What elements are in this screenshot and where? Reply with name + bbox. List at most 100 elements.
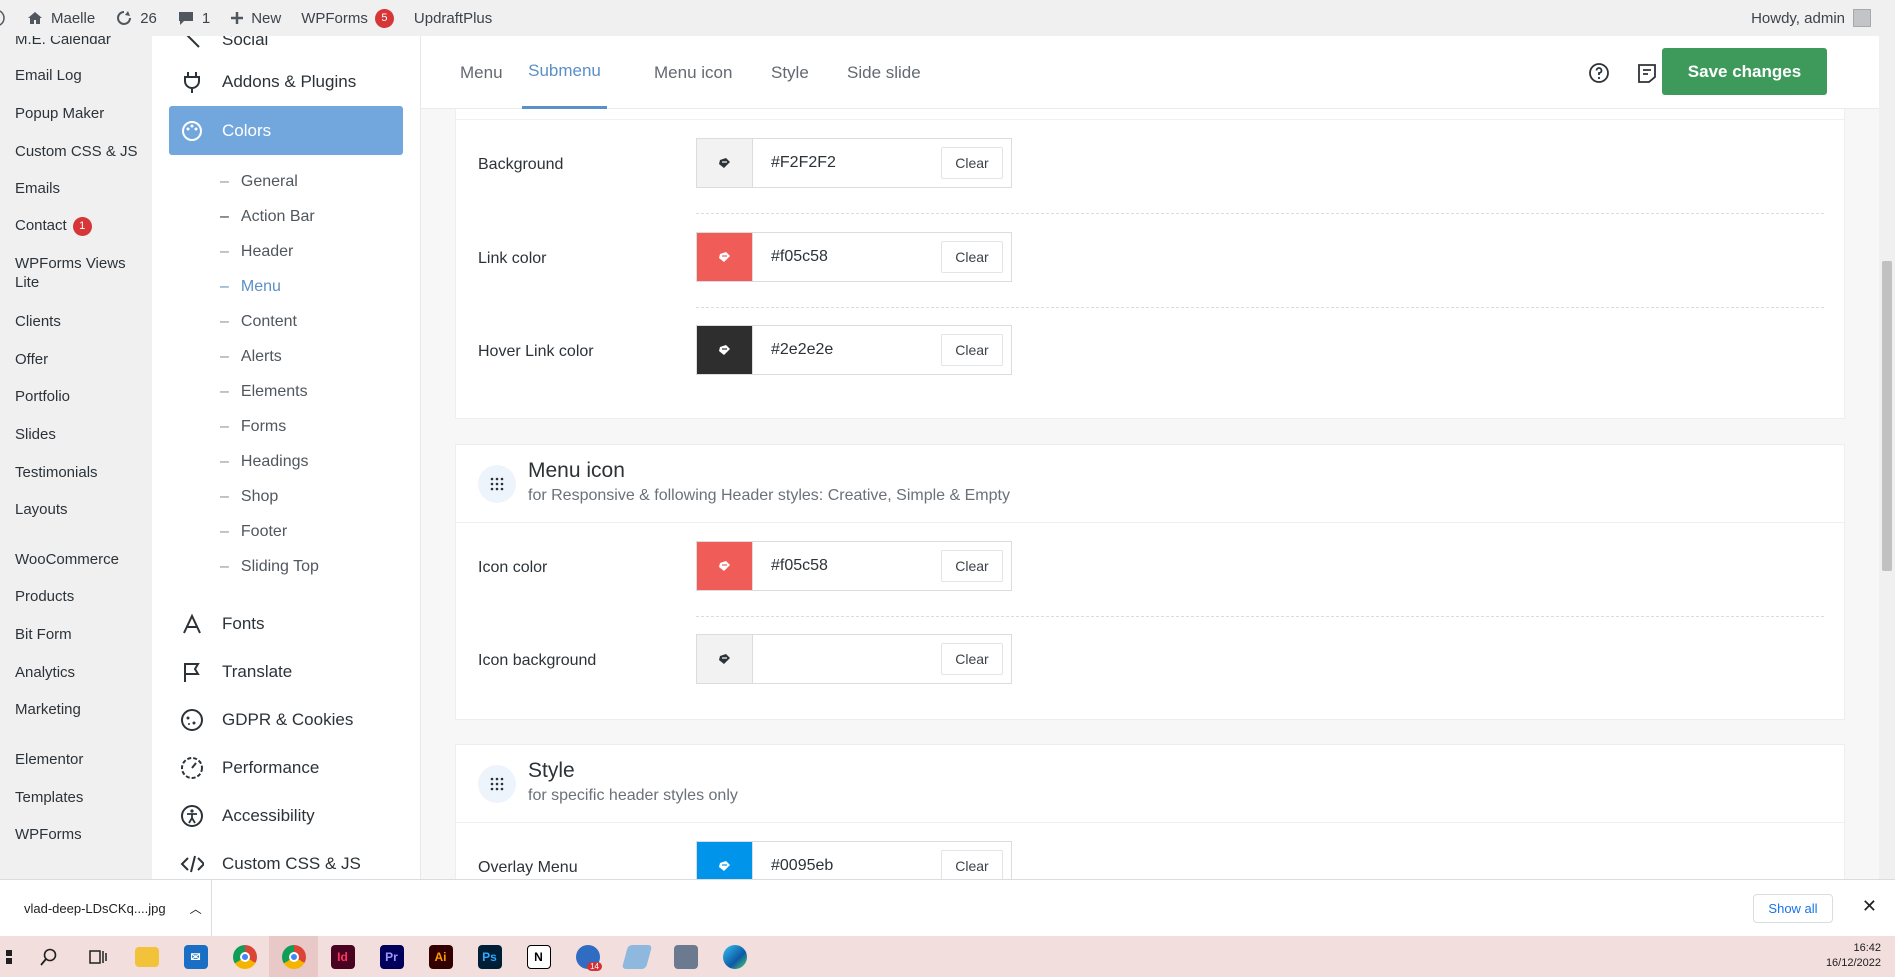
scrollbar-thumb[interactable] [1882, 261, 1892, 571]
sidebar-item-addons[interactable]: Addons & Plugins [180, 58, 356, 106]
account-menu[interactable]: Howdy, admin [1751, 0, 1871, 36]
page-scrollbar[interactable] [1879, 36, 1895, 879]
color-picker[interactable]: #2e2e2e Clear [696, 325, 1012, 375]
wpforms-link[interactable]: WPForms 5 [301, 8, 394, 28]
menu-item-bit-form[interactable]: Bit Form [15, 625, 147, 644]
calculator-icon[interactable] [661, 936, 710, 977]
sidebar-item-accessibility[interactable]: Accessibility [180, 792, 315, 840]
updates-link[interactable]: 26 [115, 10, 157, 27]
chrome-active-icon[interactable] [269, 936, 318, 977]
task-view-icon[interactable] [73, 936, 122, 977]
comments-link[interactable]: 1 [177, 10, 210, 27]
menu-item-emails[interactable]: Emails [15, 179, 147, 198]
menu-item-products[interactable]: Products [15, 587, 147, 606]
color-swatch[interactable] [697, 139, 753, 187]
sidebar-subitem-menu[interactable]: – Menu [220, 278, 281, 296]
pencil-app-icon[interactable] [612, 936, 661, 977]
color-picker[interactable]: #f05c58 Clear [696, 541, 1012, 591]
sidebar-subitem-headings[interactable]: – Headings [220, 453, 309, 471]
system-clock[interactable]: 16:42 16/12/2022 [1826, 941, 1881, 971]
search-icon[interactable] [24, 936, 73, 977]
color-swatch[interactable] [697, 326, 753, 374]
menu-item-portfolio[interactable]: Portfolio [15, 387, 147, 406]
chrome-icon[interactable] [220, 936, 269, 977]
indesign-icon[interactable]: Id [318, 936, 367, 977]
sidebar-subitem-action-bar[interactable]: – Action Bar [220, 208, 315, 226]
sidebar-item-colors[interactable]: Colors [169, 106, 403, 155]
illustrator-icon[interactable]: Ai [416, 936, 465, 977]
sidebar-subitem-alerts[interactable]: – Alerts [220, 348, 282, 366]
sidebar-item-translate[interactable]: Translate [180, 648, 292, 696]
color-swatch[interactable] [697, 542, 753, 590]
menu-item-layouts[interactable]: Layouts [15, 500, 147, 519]
menu-item-custom-css[interactable]: Custom CSS & JS [15, 142, 147, 161]
site-name-link[interactable]: Maelle [26, 10, 95, 27]
clear-button[interactable]: Clear [941, 643, 1003, 675]
color-swatch[interactable] [697, 635, 753, 683]
sidebar-subitem-content[interactable]: – Content [220, 313, 297, 331]
color-swatch[interactable] [697, 233, 753, 281]
menu-item-contact[interactable]: Contact 1 [15, 216, 147, 236]
photoshop-icon[interactable]: Ps [465, 936, 514, 977]
tab-menu-icon[interactable]: Menu icon [654, 36, 732, 109]
tab-submenu[interactable]: Submenu [522, 36, 607, 109]
notion-icon[interactable]: N [514, 936, 563, 977]
menu-item-analytics[interactable]: Analytics [15, 663, 147, 682]
close-icon[interactable]: ✕ [1862, 896, 1877, 917]
menu-item-wpforms[interactable]: WPForms [15, 825, 147, 844]
sidebar-subitem-general[interactable]: – General [220, 173, 298, 191]
messenger-icon[interactable]: 14 [563, 936, 612, 977]
sidebar-subitem-sliding-top[interactable]: – Sliding Top [220, 558, 319, 576]
clear-button[interactable]: Clear [941, 550, 1003, 582]
tab-side-slide[interactable]: Side slide [847, 36, 921, 109]
clear-button[interactable]: Clear [941, 850, 1003, 879]
menu-item-email-log[interactable]: Email Log [15, 66, 147, 85]
color-picker[interactable]: #0095eb Clear [696, 841, 1012, 879]
sidebar-item-custom-css[interactable]: Custom CSS & JS [180, 840, 361, 879]
sidebar-item-performance[interactable]: Performance [180, 744, 319, 792]
edge-icon[interactable] [710, 936, 759, 977]
new-content-link[interactable]: New [230, 10, 281, 27]
hex-input[interactable]: #f05c58 [753, 248, 941, 266]
menu-item-popup-maker[interactable]: Popup Maker [15, 104, 147, 123]
start-icon[interactable] [0, 936, 24, 977]
menu-item-slides[interactable]: Slides [15, 425, 147, 444]
menu-item-calendar[interactable]: M.E. Calendar [15, 36, 147, 49]
menu-item-offer[interactable]: Offer [15, 350, 147, 369]
color-picker[interactable]: #f05c58 Clear [696, 232, 1012, 282]
hex-input[interactable]: #F2F2F2 [753, 154, 941, 172]
hex-input[interactable]: #f05c58 [753, 557, 941, 575]
hex-input[interactable]: #0095eb [753, 857, 941, 875]
clear-button[interactable]: Clear [941, 147, 1003, 179]
download-item[interactable]: vlad-deep-LDsCKq....jpg ︿ [0, 880, 212, 937]
file-explorer-icon[interactable] [122, 936, 171, 977]
clear-button[interactable]: Clear [941, 334, 1003, 366]
menu-item-elementor[interactable]: Elementor [15, 750, 147, 769]
sidebar-subitem-forms[interactable]: – Forms [220, 418, 286, 436]
menu-item-testimonials[interactable]: Testimonials [15, 463, 147, 482]
mail-icon[interactable]: ✉ [171, 936, 220, 977]
tab-style[interactable]: Style [771, 36, 809, 109]
updraftplus-link[interactable]: UpdraftPlus [414, 10, 492, 27]
menu-item-marketing[interactable]: Marketing [15, 700, 147, 719]
color-picker[interactable]: #F2F2F2 Clear [696, 138, 1012, 188]
changelog-icon[interactable] [1634, 60, 1660, 86]
sidebar-item-fonts[interactable]: Fonts [180, 600, 265, 648]
menu-item-woocommerce[interactable]: WooCommerce [15, 550, 147, 569]
sidebar-subitem-header[interactable]: – Header [220, 243, 293, 261]
sidebar-subitem-shop[interactable]: – Shop [220, 488, 278, 506]
menu-item-clients[interactable]: Clients [15, 312, 147, 331]
sidebar-item-gdpr[interactable]: GDPR & Cookies [180, 696, 353, 744]
show-all-button[interactable]: Show all [1753, 894, 1833, 923]
menu-item-templates[interactable]: Templates [15, 788, 147, 807]
clear-button[interactable]: Clear [941, 241, 1003, 273]
color-picker[interactable]: Clear [696, 634, 1012, 684]
hex-input[interactable]: #2e2e2e [753, 341, 941, 359]
save-changes-button[interactable]: Save changes [1662, 48, 1827, 95]
help-icon[interactable] [1586, 60, 1612, 86]
chevron-up-icon[interactable]: ︿ [190, 900, 202, 917]
wp-logo[interactable] [0, 9, 6, 27]
premiere-icon[interactable]: Pr [367, 936, 416, 977]
menu-item-wpforms-views[interactable]: WPForms Views Lite [15, 254, 147, 292]
tab-menu[interactable]: Menu [460, 36, 503, 109]
